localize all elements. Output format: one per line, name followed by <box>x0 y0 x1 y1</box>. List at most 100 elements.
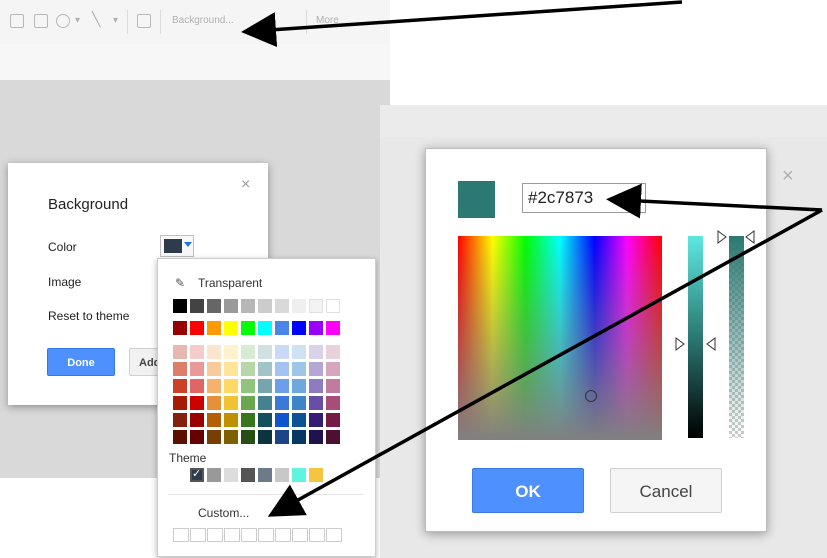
color-swatch[interactable] <box>224 379 238 393</box>
color-swatch[interactable] <box>326 413 340 427</box>
color-swatch[interactable] <box>292 430 306 444</box>
close-icon[interactable]: × <box>241 176 250 194</box>
color-swatch[interactable] <box>241 430 255 444</box>
color-swatch[interactable] <box>173 321 187 335</box>
color-swatch[interactable] <box>190 345 204 359</box>
custom-color-option[interactable]: Custom... <box>198 506 249 520</box>
color-swatch[interactable] <box>309 413 323 427</box>
color-swatch[interactable] <box>292 321 306 335</box>
color-picker-button[interactable] <box>160 235 194 257</box>
color-swatch[interactable] <box>275 430 289 444</box>
color-swatch[interactable] <box>224 345 238 359</box>
color-swatch[interactable] <box>241 396 255 410</box>
theme-color-swatch[interactable] <box>309 468 323 482</box>
custom-color-slot[interactable] <box>207 528 223 542</box>
color-swatch[interactable] <box>190 430 204 444</box>
color-swatch[interactable] <box>309 345 323 359</box>
color-swatch[interactable] <box>326 321 340 335</box>
color-swatch[interactable] <box>326 396 340 410</box>
color-swatch[interactable] <box>224 396 238 410</box>
theme-color-swatch[interactable] <box>258 468 272 482</box>
color-swatch[interactable] <box>224 321 238 335</box>
theme-color-swatch[interactable] <box>292 468 306 482</box>
custom-color-slot[interactable] <box>258 528 274 542</box>
color-swatch[interactable] <box>190 321 204 335</box>
color-swatch[interactable] <box>173 362 187 376</box>
custom-color-slot[interactable] <box>292 528 308 542</box>
custom-color-slot[interactable] <box>309 528 325 542</box>
color-swatch[interactable] <box>224 413 238 427</box>
color-swatch[interactable] <box>292 379 306 393</box>
color-swatch[interactable] <box>173 430 187 444</box>
color-swatch[interactable] <box>258 379 272 393</box>
color-swatch[interactable] <box>241 379 255 393</box>
color-swatch[interactable] <box>173 299 187 313</box>
color-swatch[interactable] <box>207 396 221 410</box>
color-swatch[interactable] <box>275 362 289 376</box>
color-swatch[interactable] <box>190 379 204 393</box>
text-box-icon[interactable] <box>10 14 24 28</box>
color-swatch[interactable] <box>258 345 272 359</box>
color-swatch[interactable] <box>207 430 221 444</box>
color-swatch[interactable] <box>190 413 204 427</box>
color-swatch[interactable] <box>258 321 272 335</box>
color-swatch[interactable] <box>309 321 323 335</box>
color-swatch[interactable] <box>309 430 323 444</box>
color-swatch[interactable] <box>207 321 221 335</box>
color-swatch[interactable] <box>224 299 238 313</box>
custom-color-slot[interactable] <box>326 528 342 542</box>
color-swatch[interactable] <box>292 396 306 410</box>
color-swatch[interactable] <box>326 379 340 393</box>
color-swatch[interactable] <box>190 396 204 410</box>
custom-color-slot[interactable] <box>224 528 240 542</box>
color-swatch[interactable] <box>173 345 187 359</box>
color-swatch[interactable] <box>292 413 306 427</box>
color-swatch[interactable] <box>207 379 221 393</box>
color-swatch[interactable] <box>309 396 323 410</box>
color-swatch[interactable] <box>309 299 323 313</box>
color-swatch[interactable] <box>275 321 289 335</box>
color-swatch[interactable] <box>275 413 289 427</box>
done-button[interactable]: Done <box>47 348 115 376</box>
background-button[interactable]: Background... <box>172 15 234 26</box>
theme-color-swatch[interactable]: ✓ <box>190 468 204 482</box>
color-swatch[interactable] <box>326 345 340 359</box>
color-swatch[interactable] <box>241 362 255 376</box>
color-swatch[interactable] <box>173 396 187 410</box>
color-swatch[interactable] <box>326 299 340 313</box>
color-swatch[interactable] <box>275 345 289 359</box>
color-swatch[interactable] <box>292 345 306 359</box>
color-swatch[interactable] <box>207 413 221 427</box>
color-swatch[interactable] <box>173 379 187 393</box>
more-button[interactable]: More <box>316 15 339 26</box>
color-swatch[interactable] <box>292 299 306 313</box>
color-swatch[interactable] <box>241 345 255 359</box>
theme-color-swatch[interactable] <box>224 468 238 482</box>
cancel-button[interactable]: Cancel <box>610 468 722 513</box>
ok-button[interactable]: OK <box>472 468 584 513</box>
close-icon[interactable]: × <box>782 165 794 188</box>
color-swatch[interactable] <box>326 430 340 444</box>
theme-color-swatch[interactable] <box>275 468 289 482</box>
color-swatch[interactable] <box>173 413 187 427</box>
custom-color-slot[interactable] <box>241 528 257 542</box>
transparent-option[interactable]: Transparent <box>198 276 262 290</box>
color-swatch[interactable] <box>309 379 323 393</box>
color-swatch[interactable] <box>275 396 289 410</box>
color-swatch[interactable] <box>275 379 289 393</box>
color-swatch[interactable] <box>326 362 340 376</box>
custom-color-slot[interactable] <box>275 528 291 542</box>
shape-dropdown-icon[interactable]: ▾ <box>75 15 80 26</box>
line-icon[interactable]: ╲ <box>92 11 100 28</box>
color-swatch[interactable] <box>224 362 238 376</box>
color-swatch[interactable] <box>190 362 204 376</box>
theme-color-swatch[interactable] <box>207 468 221 482</box>
color-swatch[interactable] <box>241 299 255 313</box>
color-swatch[interactable] <box>258 362 272 376</box>
color-swatch[interactable] <box>292 362 306 376</box>
line-dropdown-icon[interactable]: ▾ <box>113 15 118 26</box>
color-swatch[interactable] <box>190 299 204 313</box>
color-swatch[interactable] <box>224 430 238 444</box>
reset-to-theme-label[interactable]: Reset to theme <box>48 309 129 323</box>
color-swatch[interactable] <box>309 362 323 376</box>
